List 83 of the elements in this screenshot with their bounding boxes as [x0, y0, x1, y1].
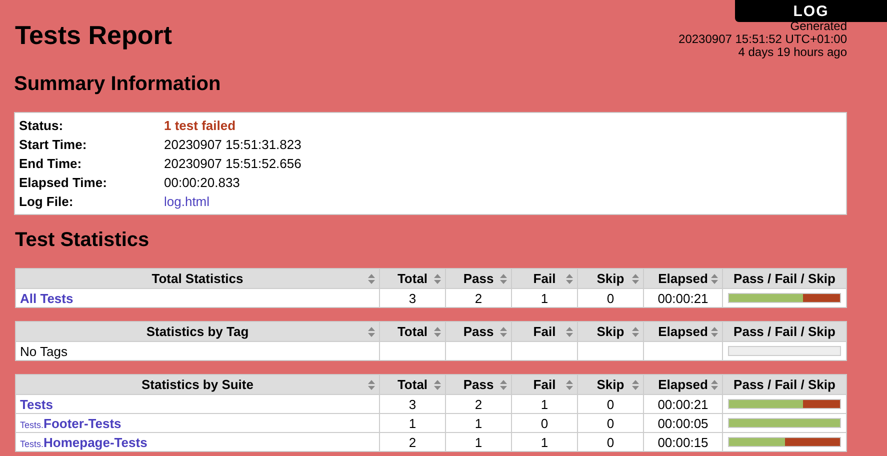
field-value: 20230907 15:51:31.823 [164, 137, 302, 152]
generated-timestamp: 20230907 15:51:52 UTC+01:00 [678, 33, 847, 46]
statistic-name-link[interactable]: Tests [20, 396, 53, 412]
table-cell: 0 [540, 416, 548, 430]
column-header[interactable]: Fail [512, 268, 578, 288]
column-header[interactable]: Total Statistics [16, 268, 380, 288]
statistic-name-link[interactable]: Homepage-Tests [44, 434, 148, 450]
parent-suite-prefix: Tests. [20, 438, 44, 448]
sort-icon [368, 274, 375, 284]
log-file-link[interactable]: log.html [164, 194, 210, 209]
section-title: Test Statistics [15, 229, 150, 252]
column-header[interactable]: Fail [512, 322, 578, 342]
sort-icon [434, 274, 441, 284]
sort-icon [632, 327, 639, 337]
column-header[interactable]: Statistics by Suite [16, 374, 380, 394]
column-header[interactable]: Elapsed [644, 322, 722, 342]
statistic-name-link[interactable]: All Tests [20, 290, 74, 306]
column-header[interactable]: Pass [446, 374, 512, 394]
sort-icon [368, 380, 375, 390]
table-cell: 0 [606, 416, 614, 430]
table-cell: 00:00:15 [658, 434, 708, 450]
parent-suite-prefix: Tests. [20, 420, 44, 430]
sort-icon [632, 380, 639, 390]
statistic-name: No Tags [20, 344, 68, 358]
column-header[interactable]: Pass [446, 268, 512, 288]
column-header[interactable]: Total [380, 322, 446, 342]
table-cell: 0 [606, 290, 614, 306]
table-cell: 0 [606, 434, 614, 450]
log-tab[interactable]: LOG [735, 0, 887, 22]
column-header[interactable]: Statistics by Tag [16, 322, 380, 342]
sort-icon [711, 380, 718, 390]
table-cell: 1 [474, 416, 482, 430]
table-cell: 1 [408, 416, 416, 430]
table-cell: 2 [408, 434, 416, 450]
table-cell: 3 [408, 290, 416, 306]
field-value: 00:00:20.833 [164, 175, 240, 190]
column-header[interactable]: Fail [512, 374, 578, 394]
field-label: Elapsed Time: [19, 175, 108, 190]
sort-icon [711, 327, 718, 337]
table-cell: 1 [540, 434, 548, 450]
column-header[interactable]: Skip [578, 322, 644, 342]
field-label: Status: [19, 118, 64, 133]
column-header[interactable]: Elapsed [644, 268, 722, 288]
column-header[interactable]: Pass / Fail / Skip [722, 322, 846, 342]
table-cell: 1 [474, 434, 482, 450]
section-title: Summary Information [14, 73, 222, 96]
column-header[interactable]: Pass / Fail / Skip [722, 268, 846, 288]
field-value: 20230907 15:51:52.656 [164, 156, 302, 171]
table-cell: 00:00:05 [658, 416, 708, 430]
field-label: Log File: [19, 194, 74, 209]
column-header[interactable]: Pass / Fail / Skip [722, 374, 846, 394]
field-label: End Time: [19, 156, 83, 171]
column-header[interactable]: Skip [578, 374, 644, 394]
sort-icon [500, 274, 507, 284]
status-value: 1 test failed [164, 118, 236, 133]
column-header[interactable]: Skip [578, 268, 644, 288]
sort-icon [434, 380, 441, 390]
sort-icon [632, 274, 639, 284]
sort-icon [368, 327, 375, 337]
column-header[interactable]: Total [380, 268, 446, 288]
sort-icon [500, 380, 507, 390]
field-label: Start Time: [19, 137, 88, 152]
sort-icon [711, 274, 718, 284]
table-cell: 3 [408, 396, 416, 412]
report-title: Tests Report [15, 20, 172, 51]
sort-icon [566, 327, 573, 337]
generated-age: 4 days 19 hours ago [737, 46, 847, 59]
table-cell: 0 [606, 396, 614, 412]
generated-label: Generated [789, 20, 847, 33]
sort-icon [566, 380, 573, 390]
table-cell: 2 [474, 396, 482, 412]
column-header[interactable]: Elapsed [644, 374, 722, 394]
sort-icon [500, 327, 507, 337]
column-header[interactable]: Total [380, 374, 446, 394]
sort-icon [434, 327, 441, 337]
table-cell: 1 [540, 396, 548, 412]
column-header[interactable]: Pass [446, 322, 512, 342]
sort-icon [566, 274, 573, 284]
statistic-name-link[interactable]: Footer-Tests [44, 416, 122, 430]
table-cell: 1 [540, 290, 548, 306]
table-cell: 00:00:21 [658, 290, 708, 306]
table-cell: 00:00:21 [658, 396, 708, 412]
table-cell: 2 [474, 290, 482, 306]
